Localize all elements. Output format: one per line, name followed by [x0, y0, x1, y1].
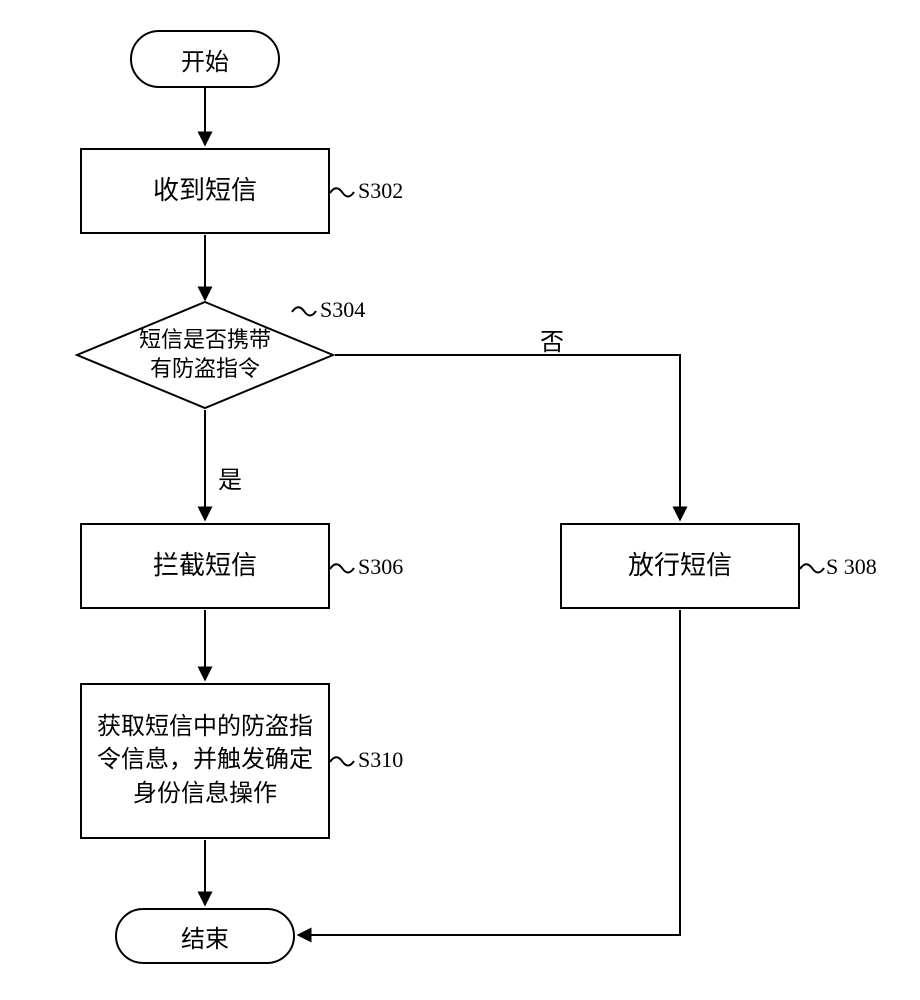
process-intercept-sms-text: 拦截短信: [153, 548, 257, 584]
start-label: 开始: [181, 42, 229, 77]
process-intercept-sms: 拦截短信: [80, 523, 330, 609]
branch-yes-label: 是: [218, 460, 242, 495]
process-receive-sms-text: 收到短信: [153, 173, 257, 209]
branch-no-label: 否: [540, 322, 564, 357]
process-release-sms: 放行短信: [560, 523, 800, 609]
step-number-s310: S310: [358, 747, 403, 773]
step-number-s306: S306: [358, 554, 403, 580]
process-release-sms-text: 放行短信: [628, 548, 732, 584]
step-number-s308: S 308: [826, 554, 877, 580]
step-number-s304: S304: [320, 297, 365, 323]
process-get-cmd-trigger-id: 获取短信中的防盗指令信息，并触发确定身份信息操作: [80, 683, 330, 839]
decision-text-line2: 有防盗指令: [150, 356, 260, 381]
process-receive-sms: 收到短信: [80, 148, 330, 234]
decision-text-line1: 短信是否携带: [139, 327, 271, 352]
decision-has-antitheft-cmd: 短信是否携带 有防盗指令: [75, 300, 335, 410]
end-terminator: 结束: [115, 908, 295, 964]
process-get-cmd-trigger-id-text: 获取短信中的防盗指令信息，并触发确定身份信息操作: [92, 711, 318, 812]
end-label: 结束: [181, 919, 229, 954]
start-terminator: 开始: [130, 30, 280, 88]
step-number-s302: S302: [358, 178, 403, 204]
